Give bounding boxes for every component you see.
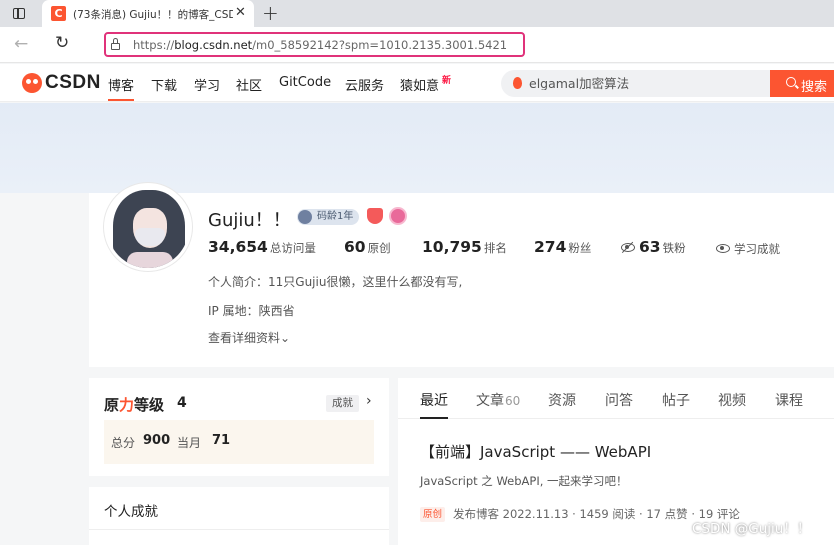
tab-courses[interactable]: 课程 [775,390,803,410]
hot-flame-icon [513,77,522,89]
tab-posts[interactable]: 帖子 [662,390,690,410]
month-score-value: 71 [212,433,231,448]
eye-icon [716,244,730,253]
achievement-button[interactable]: 成就 [326,395,359,412]
csdn-favicon-icon: C [51,6,66,21]
stat-original[interactable]: 60 原创 [344,238,391,256]
browser-toolbar: ← ↻ https://blog.csdn.net/m0_58592142?sp… [0,27,834,63]
article-description[interactable]: JavaScript 之 WebAPI, 一起来学习吧！ [420,473,628,489]
original-tag: 原创 [420,507,446,522]
tab-videos[interactable]: 视频 [718,390,746,410]
tab-resources[interactable]: 资源 [548,390,576,410]
close-tab-icon[interactable]: ✕ [235,5,246,20]
rank-level: 4 [177,395,187,411]
user-name: Gujiu！！ [208,210,291,231]
new-tab-icon[interactable]: + [262,1,279,25]
learning-achievement-link[interactable]: 学习成就 [716,241,780,257]
rank-score-box: 总分 900 当月 71 [104,420,374,464]
tab-articles[interactable]: 文章60 [476,390,520,410]
avatar[interactable] [104,183,192,271]
stat-visits: 34,654 总访问量 [208,238,316,256]
csdn-mascot-icon [22,73,42,93]
search-icon [786,77,796,87]
new-badge: 新 [442,76,452,86]
nav-yuanruyi[interactable]: 猿如意新 [400,75,451,94]
content-tabs: 最近 文章60 资源 问答 帖子 视频 课程 [398,378,834,419]
url-text[interactable]: https://blog.csdn.net/m0_58592142?spm=10… [133,38,507,52]
profile-banner [0,103,834,193]
achievements-card: 个人成就 [89,487,389,545]
stat-fans[interactable]: 274 粉丝 [534,238,591,256]
nav-cloud[interactable]: 云服务 [345,75,384,94]
month-score-label: 当月 [177,436,202,450]
tab-qa[interactable]: 问答 [605,390,633,410]
total-score-label: 总分 [111,436,136,450]
address-bar[interactable]: https://blog.csdn.net/m0_58592142?spm=10… [104,32,525,57]
tab-actions-icon[interactable] [10,5,28,22]
search-input[interactable] [529,75,759,90]
chevron-right-icon[interactable]: › [366,393,372,409]
nav-blog[interactable]: 博客 [108,75,135,101]
stat-iron-fans[interactable]: 63 铁粉 [621,238,686,256]
browser-tab-bar: C (73条消息) Gujiu！！的博客_CSDN ✕ + [0,0,834,27]
logo-text: CSDN [45,72,101,93]
blog-medal-icon[interactable] [367,208,383,224]
total-score-value: 900 [143,433,171,448]
browser-tab[interactable]: C (73条消息) Gujiu！！的博客_CSDN ✕ [42,0,254,27]
tab-title: (73条消息) Gujiu！！的博客_CSDN [73,9,233,21]
chevron-down-icon: ⌄ [280,331,291,345]
nav-learn[interactable]: 学习 [194,75,220,94]
lock-icon[interactable] [111,38,120,50]
article-title[interactable]: 【前端】JavaScript —— WebAPI [420,441,651,462]
site-header: CSDN 博客 下载 学习 社区 GitCode 云服务 猿如意新 搜索 [0,64,834,102]
iron-fans-icon [621,243,635,252]
reload-icon[interactable]: ↻ [55,33,69,53]
nav-download[interactable]: 下载 [151,75,177,94]
achievements-title: 个人成就 [104,504,158,520]
code-age-icon [298,210,312,224]
view-details-link[interactable]: 查看详细资料⌄ [208,329,290,346]
nav-gitcode[interactable]: GitCode [279,75,331,90]
rank-card: 原力等级 4 成就 › 总分 900 当月 71 [89,378,389,476]
watermark: CSDN @Gujiu！！ [692,521,811,537]
nav-community[interactable]: 社区 [236,75,262,94]
back-arrow-icon[interactable]: ← [14,34,28,54]
achievement-medal-icon[interactable] [389,207,407,225]
code-age-badge[interactable]: 码龄1年 [297,209,360,225]
rank-title: 原力等级 [104,396,165,414]
search-button[interactable]: 搜索 [770,70,834,97]
ip-location: IP 属地：陕西省 [208,304,295,318]
stat-rank: 10,795 排名 [422,238,507,256]
search-box [501,70,771,97]
profile-bio: 个人简介：11只Gujiu很懒，这里什么都没有写, [208,275,463,289]
tab-recent[interactable]: 最近 [420,390,448,419]
